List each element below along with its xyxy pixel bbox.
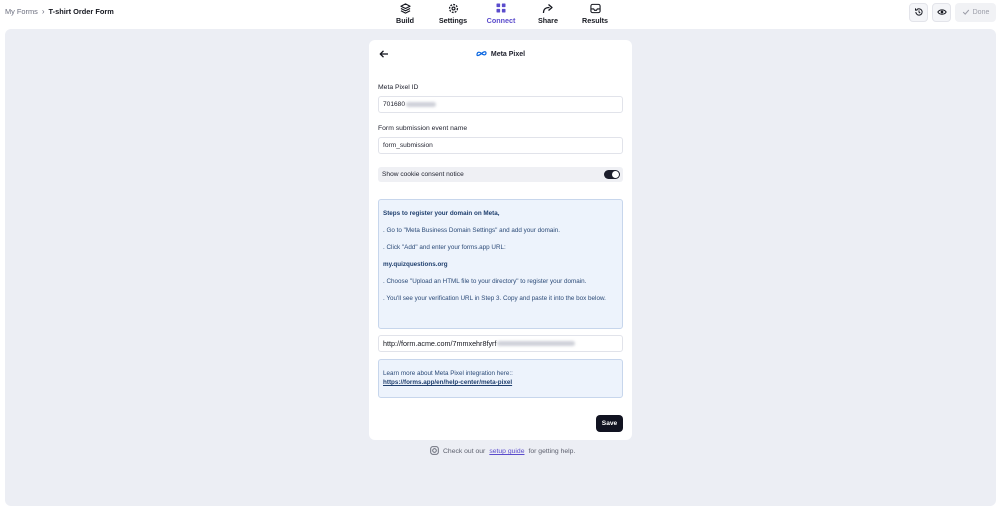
event-name-value: form_submission bbox=[383, 142, 433, 149]
tab-results-label: Results bbox=[582, 16, 608, 25]
redacted-blur bbox=[497, 341, 576, 346]
step-1: . Go to "Meta Business Domain Settings" … bbox=[383, 227, 561, 234]
share-arrow-icon bbox=[542, 2, 554, 14]
breadcrumb: My Forms › T-shirt Order Form bbox=[5, 7, 114, 16]
pixel-id-input[interactable]: 701680 bbox=[378, 96, 623, 113]
help-footer: Check out our setup guide for getting he… bbox=[430, 446, 575, 457]
inbox-icon bbox=[589, 2, 601, 14]
top-bar: My Forms › T-shirt Order Form Build Sett… bbox=[0, 0, 1000, 28]
toggle-knob bbox=[612, 171, 619, 178]
steps-heading: Steps to register your domain on Meta, bbox=[383, 210, 500, 217]
done-button[interactable]: Done bbox=[955, 3, 996, 22]
pixel-id-label: Meta Pixel ID bbox=[378, 84, 419, 91]
check-icon bbox=[962, 8, 970, 18]
meta-logo-icon bbox=[476, 50, 487, 59]
event-name-label: Form submission event name bbox=[378, 125, 468, 132]
lifebuoy-icon bbox=[430, 446, 439, 457]
verification-url-value: http://form.acme.com/7mmxehr8fyrf bbox=[383, 339, 497, 348]
breadcrumb-form-title: T-shirt Order Form bbox=[48, 7, 114, 16]
setup-guide-link[interactable]: setup guide bbox=[489, 448, 524, 455]
meta-pixel-panel: Meta Pixel Meta Pixel ID 701680 Form sub… bbox=[369, 40, 632, 440]
learn-more-box: Learn more about Meta Pixel integration … bbox=[378, 359, 623, 398]
help-suffix: for getting help. bbox=[528, 448, 576, 455]
grid-icon bbox=[495, 2, 507, 14]
domain-text: my.quizquestions.org bbox=[383, 261, 448, 268]
tab-settings-label: Settings bbox=[438, 16, 468, 25]
tab-build-label: Build bbox=[396, 16, 414, 25]
panel-title: Meta Pixel bbox=[369, 50, 632, 59]
step-4: . You'll see your verification URL in St… bbox=[383, 295, 606, 302]
redacted-blur bbox=[406, 102, 437, 107]
tab-share-label: Share bbox=[538, 16, 558, 25]
cookie-notice-toggle[interactable] bbox=[604, 170, 620, 179]
panel-title-text: Meta Pixel bbox=[490, 51, 526, 58]
preview-button[interactable] bbox=[932, 3, 951, 22]
tab-connect-label: Connect bbox=[486, 16, 516, 25]
top-actions: Done bbox=[909, 3, 996, 22]
event-name-input[interactable]: form_submission bbox=[378, 137, 623, 154]
eye-icon bbox=[936, 4, 947, 22]
cookie-notice-row: Show cookie consent notice bbox=[378, 167, 623, 182]
editor-canvas: Meta Pixel Meta Pixel ID 701680 Form sub… bbox=[5, 29, 996, 506]
panel-header: Meta Pixel bbox=[369, 40, 632, 70]
learn-more-link[interactable]: https://forms.app/en/help-center/meta-pi… bbox=[383, 379, 512, 386]
pixel-id-value: 701680 bbox=[383, 101, 406, 108]
help-prefix: Check out our bbox=[443, 448, 486, 455]
gear-icon bbox=[447, 2, 459, 14]
history-icon bbox=[914, 4, 924, 22]
tab-results[interactable]: Results bbox=[565, 2, 625, 25]
cookie-notice-label: Show cookie consent notice bbox=[382, 171, 464, 178]
layers-icon bbox=[399, 2, 411, 14]
step-2: . Click "Add" and enter your forms.app U… bbox=[383, 244, 506, 251]
save-button[interactable]: Save bbox=[596, 415, 623, 432]
learn-more-text: Learn more about Meta Pixel integration … bbox=[383, 370, 513, 377]
verification-url-input[interactable]: http://form.acme.com/7mmxehr8fyrf bbox=[378, 335, 623, 352]
history-button[interactable] bbox=[909, 3, 928, 22]
done-label: Done bbox=[972, 9, 990, 16]
step-3: . Choose "Upload an HTML file to your di… bbox=[383, 278, 587, 285]
breadcrumb-separator: › bbox=[41, 7, 45, 16]
domain-steps-box: Steps to register your domain on Meta, .… bbox=[378, 199, 623, 329]
breadcrumb-my-forms[interactable]: My Forms bbox=[5, 7, 38, 16]
